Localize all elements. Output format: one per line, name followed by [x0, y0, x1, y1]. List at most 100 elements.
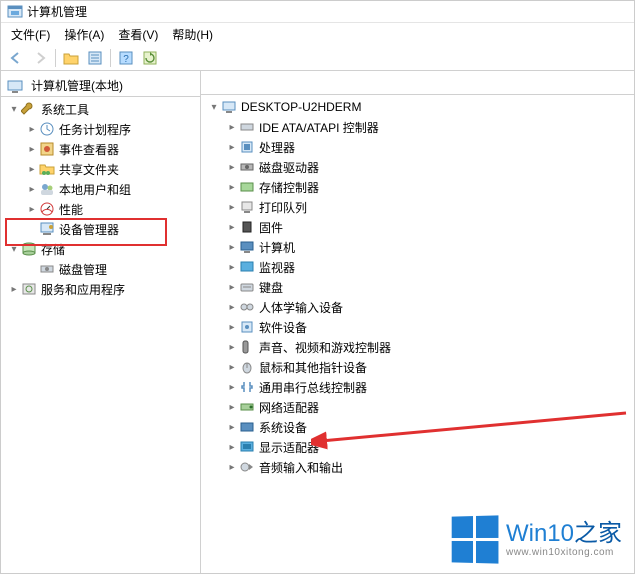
left-tree-pane: 计算机管理(本地) ▾ 系统工具 ▸ 任务计划程序 ▸ 事件查看器 ▸ — [1, 71, 201, 573]
node-label: 系统设备 — [259, 419, 307, 436]
toolbar-separator — [110, 49, 111, 67]
device-category-icon — [239, 399, 255, 415]
node-label: 设备管理器 — [59, 221, 119, 238]
app-icon — [7, 4, 23, 20]
chevron-right-icon[interactable]: ▸ — [25, 144, 39, 155]
node-disk-mgmt[interactable]: 磁盘管理 — [1, 259, 200, 279]
users-icon — [39, 181, 55, 197]
node-label: 系统工具 — [41, 101, 89, 118]
device-category-node[interactable]: ▸ 网络适配器 — [201, 397, 634, 417]
device-category-node[interactable]: ▸磁盘驱动器 — [201, 157, 634, 177]
node-label: 性能 — [59, 201, 83, 218]
chevron-right-icon[interactable]: ▸ — [225, 382, 239, 393]
chevron-right-icon[interactable]: ▸ — [225, 402, 239, 413]
folder-button[interactable] — [60, 47, 82, 69]
node-label: 音频输入和输出 — [259, 459, 343, 476]
services-icon — [21, 281, 37, 297]
computer-mgmt-icon — [7, 78, 23, 94]
device-category-icon — [239, 199, 255, 215]
node-local-users[interactable]: ▸ 本地用户和组 — [1, 179, 200, 199]
chevron-right-icon[interactable]: ▸ — [25, 184, 39, 195]
chevron-right-icon[interactable]: ▸ — [225, 122, 239, 133]
clock-icon — [39, 121, 55, 137]
chevron-right-icon[interactable]: ▸ — [25, 164, 39, 175]
node-device-manager[interactable]: 设备管理器 — [1, 219, 200, 239]
chevron-right-icon[interactable]: ▸ — [225, 422, 239, 433]
node-shared-folders[interactable]: ▸ 共享文件夹 — [1, 159, 200, 179]
chevron-right-icon[interactable]: ▸ — [225, 242, 239, 253]
chevron-right-icon[interactable]: ▸ — [225, 162, 239, 173]
chevron-right-icon[interactable]: ▸ — [225, 262, 239, 273]
chevron-right-icon[interactable]: ▸ — [225, 342, 239, 353]
node-storage[interactable]: ▾ 存储 — [1, 239, 200, 259]
node-system-tools[interactable]: ▾ 系统工具 — [1, 99, 200, 119]
chevron-right-icon[interactable]: ▸ — [225, 142, 239, 153]
device-category-icon — [239, 319, 255, 335]
chevron-right-icon[interactable]: ▸ — [225, 302, 239, 313]
node-event-viewer[interactable]: ▸ 事件查看器 — [1, 139, 200, 159]
menu-help[interactable]: 帮助(H) — [166, 24, 219, 45]
refresh-button[interactable] — [139, 47, 161, 69]
device-category-node[interactable]: ▸打印队列 — [201, 197, 634, 217]
device-category-node[interactable]: ▸键盘 — [201, 277, 634, 297]
node-label: 网络适配器 — [259, 399, 319, 416]
device-category-node[interactable]: ▸ 音频输入和输出 — [201, 457, 634, 477]
chevron-right-icon[interactable]: ▸ — [25, 204, 39, 215]
left-pane-header[interactable]: 计算机管理(本地) — [1, 75, 200, 97]
device-category-node[interactable]: ▸ 系统设备 — [201, 417, 634, 437]
node-label: 固件 — [259, 219, 283, 236]
device-category-node[interactable]: ▸人体学输入设备 — [201, 297, 634, 317]
chevron-right-icon[interactable]: ▸ — [225, 322, 239, 333]
chevron-right-icon[interactable]: ▸ — [225, 362, 239, 373]
chevron-right-icon[interactable]: ▸ — [25, 124, 39, 135]
svg-text:?: ? — [123, 54, 129, 65]
menu-action[interactable]: 操作(A) — [58, 24, 110, 45]
forward-button[interactable] — [29, 47, 51, 69]
back-button[interactable] — [5, 47, 27, 69]
node-label: 软件设备 — [259, 319, 307, 336]
device-category-node[interactable]: ▸ 通用串行总线控制器 — [201, 377, 634, 397]
help-button[interactable]: ? — [115, 47, 137, 69]
device-category-node[interactable]: ▸处理器 — [201, 137, 634, 157]
device-category-node[interactable]: ▸ 软件设备 — [201, 317, 634, 337]
chevron-right-icon[interactable]: ▸ — [225, 202, 239, 213]
chevron-down-icon[interactable]: ▾ — [7, 104, 21, 115]
device-category-icon — [239, 339, 255, 355]
node-performance[interactable]: ▸ 性能 — [1, 199, 200, 219]
node-label: 计算机 — [259, 239, 295, 256]
device-category-node[interactable]: ▸ 鼠标和其他指针设备 — [201, 357, 634, 377]
chevron-right-icon[interactable]: ▸ — [225, 462, 239, 473]
node-label: 通用串行总线控制器 — [259, 379, 367, 396]
window-title: 计算机管理 — [27, 3, 87, 20]
properties-button[interactable] — [84, 47, 106, 69]
chevron-right-icon[interactable]: ▸ — [225, 442, 239, 453]
menu-view[interactable]: 查看(V) — [112, 24, 164, 45]
watermark-brand-a: Win10 — [506, 520, 574, 547]
chevron-right-icon[interactable]: ▸ — [225, 182, 239, 193]
menu-file[interactable]: 文件(F) — [5, 24, 56, 45]
chevron-right-icon[interactable]: ▸ — [225, 282, 239, 293]
chevron-right-icon[interactable]: ▸ — [225, 222, 239, 233]
toolbar: ? — [1, 45, 634, 71]
node-label: 监视器 — [259, 259, 295, 276]
device-category-node[interactable]: ▸显示适配器 — [201, 437, 634, 457]
device-category-node[interactable]: ▸声音、视频和游戏控制器 — [201, 337, 634, 357]
device-category-node[interactable]: ▸IDE ATA/ATAPI 控制器 — [201, 117, 634, 137]
device-category-node[interactable]: ▸存储控制器 — [201, 177, 634, 197]
chevron-down-icon[interactable]: ▾ — [207, 102, 221, 113]
node-services-apps[interactable]: ▸ 服务和应用程序 — [1, 279, 200, 299]
device-category-icon — [239, 279, 255, 295]
device-category-node[interactable]: ▸ 监视器 — [201, 257, 634, 277]
watermark-url: www.win10xitong.com — [506, 547, 622, 558]
device-category-icon — [239, 159, 255, 175]
disk-icon — [39, 261, 55, 277]
device-category-node[interactable]: ▸ 固件 — [201, 217, 634, 237]
node-label: 鼠标和其他指针设备 — [259, 359, 367, 376]
node-desktop-root[interactable]: ▾ DESKTOP-U2HDERM — [201, 97, 634, 117]
node-task-scheduler[interactable]: ▸ 任务计划程序 — [1, 119, 200, 139]
node-label: 事件查看器 — [59, 141, 119, 158]
watermark-brand-b: 之家 — [574, 520, 622, 547]
chevron-down-icon[interactable]: ▾ — [7, 244, 21, 255]
device-category-node[interactable]: ▸ 计算机 — [201, 237, 634, 257]
chevron-right-icon[interactable]: ▸ — [7, 284, 21, 295]
